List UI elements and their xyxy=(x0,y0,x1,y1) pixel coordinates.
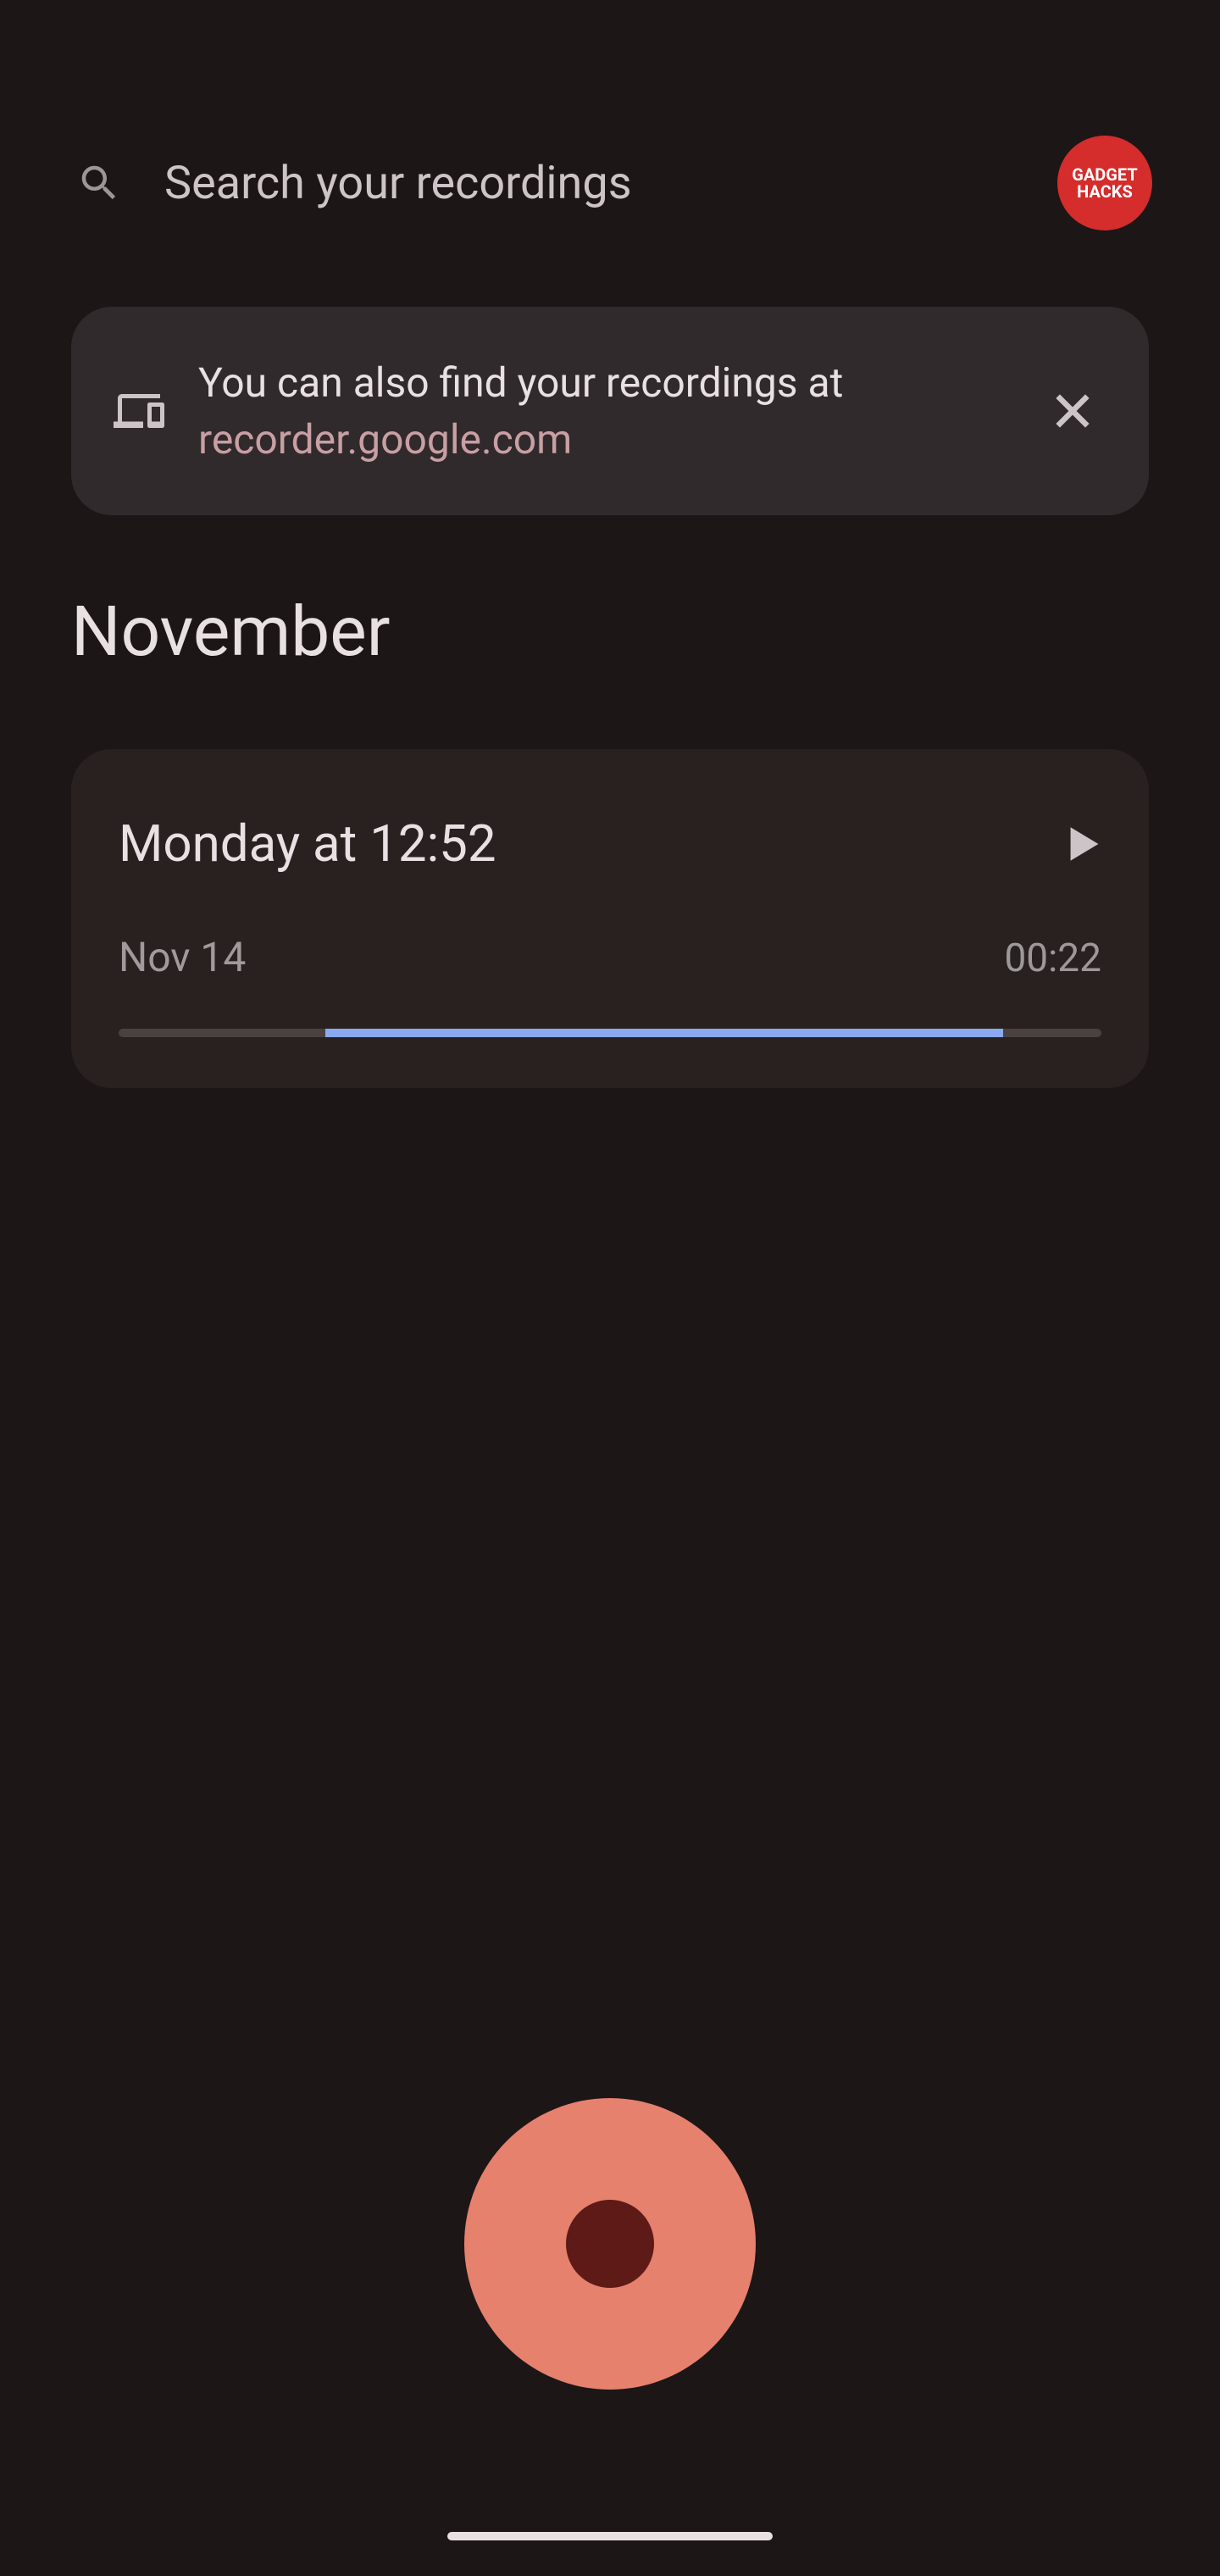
devices-icon xyxy=(114,386,164,436)
waveform-active xyxy=(325,1029,1003,1037)
record-button[interactable] xyxy=(464,2098,756,2390)
search-icon[interactable] xyxy=(76,160,122,206)
avatar[interactable]: GADGET HACKS xyxy=(1057,136,1152,230)
record-icon xyxy=(566,2200,654,2288)
recording-date: Nov 14 xyxy=(119,933,246,981)
avatar-text-line1: GADGET xyxy=(1072,166,1138,183)
close-icon[interactable] xyxy=(1051,389,1095,433)
recording-card[interactable]: Monday at 12:52 Nov 14 00:22 xyxy=(71,749,1149,1088)
recording-duration: 00:22 xyxy=(1004,935,1101,981)
waveform[interactable] xyxy=(119,1029,1101,1037)
home-indicator[interactable] xyxy=(447,2532,773,2540)
avatar-text-line2: HACKS xyxy=(1072,183,1138,200)
recording-title: Monday at 12:52 xyxy=(119,813,496,874)
play-icon[interactable] xyxy=(1068,824,1101,863)
info-banner: You can also find your recordings at rec… xyxy=(71,307,1149,515)
month-header: November xyxy=(0,541,1220,698)
banner-link[interactable]: recorder.google.com xyxy=(198,411,1017,468)
header: Search your recordings GADGET HACKS xyxy=(0,0,1220,281)
search-input[interactable]: Search your recordings xyxy=(164,157,1015,210)
banner-text: You can also find your recordings at rec… xyxy=(198,354,1017,468)
